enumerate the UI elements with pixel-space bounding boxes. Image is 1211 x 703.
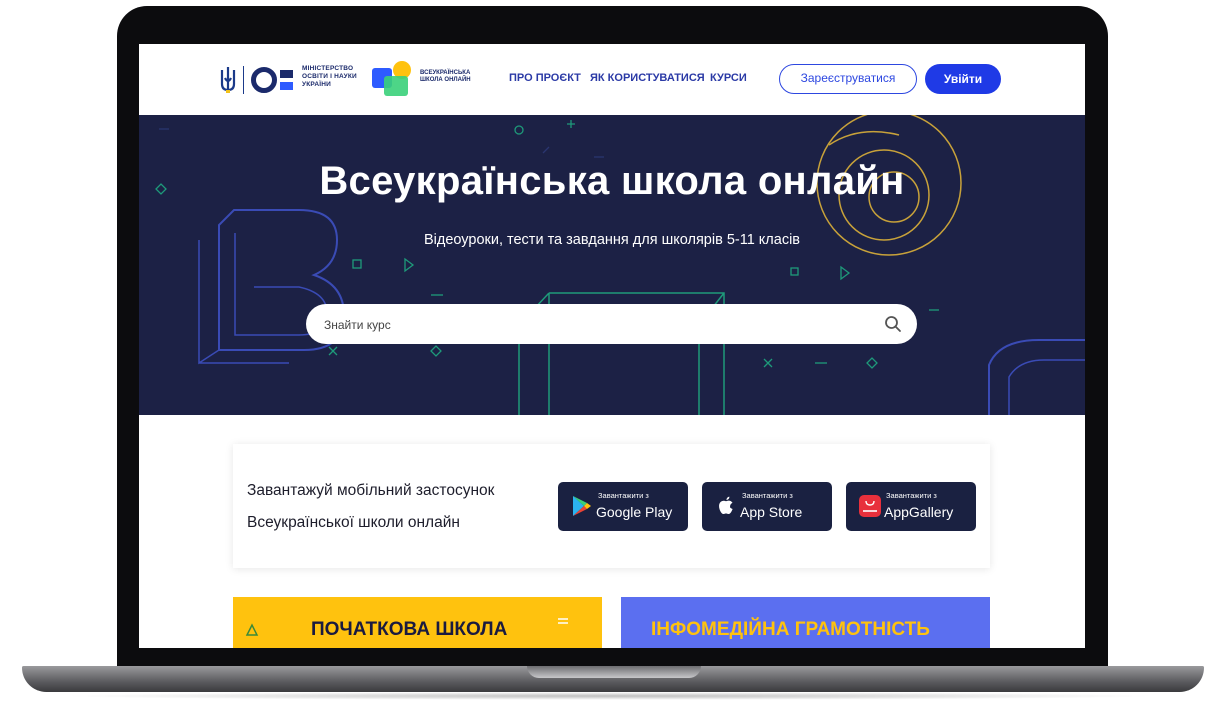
laptop-shadow [60, 692, 1160, 700]
tile-media-literacy-label: ІНФОМЕДІЙНА ГРАМОТНІСТЬ [651, 619, 930, 640]
tile-primary-school-label: ПОЧАТКОВА ШКОЛА [311, 619, 508, 640]
site-header: МІНІСТЕРСТВО ОСВІТИ І НАУКИ УКРАЇНИ ВСЕУ… [139, 44, 1085, 115]
google-play-button[interactable]: Завантажити з Google Play [558, 482, 688, 531]
apple-icon [719, 496, 733, 515]
course-search-input[interactable] [322, 304, 866, 346]
google-play-icon [573, 496, 591, 516]
login-button[interactable]: Увійти [925, 64, 1001, 94]
browser-screen: МІНІСТЕРСТВО ОСВІТИ І НАУКИ УКРАЇНИ ВСЕУ… [139, 44, 1085, 648]
nav-how-to-use[interactable]: ЯК КОРИСТУВАТИСЯ [590, 72, 705, 84]
school-logo-text: ВСЕУКРАЇНСЬКА ШКОЛА ОНЛАЙН [420, 70, 471, 83]
tile-primary-school[interactable]: ПОЧАТКОВА ШКОЛА [233, 597, 602, 648]
course-search-bar [306, 304, 917, 346]
hero-title: Всеукраїнська школа онлайн [319, 159, 905, 203]
appgallery-label: AppGallery [884, 504, 954, 520]
ministry-logo-text: МІНІСТЕРСТВО ОСВІТИ І НАУКИ УКРАЇНИ [302, 65, 357, 88]
app-banner-line-2: Всеукраїнської школи онлайн [247, 514, 460, 531]
register-button[interactable]: Зареєструватися [779, 64, 917, 94]
google-play-small-text: Завантажити з [598, 491, 649, 500]
app-store-label: App Store [740, 504, 803, 520]
huawei-icon [859, 495, 881, 517]
school-logo-icon[interactable] [372, 60, 416, 98]
ministry-logo-icon[interactable] [251, 65, 297, 95]
laptop-notch [527, 666, 701, 678]
app-store-button[interactable]: Завантажити з App Store [702, 482, 832, 531]
appgallery-button[interactable]: Завантажити з AppGallery [846, 482, 976, 531]
tile-media-literacy[interactable]: ІНФОМЕДІЙНА ГРАМОТНІСТЬ [621, 597, 990, 648]
app-banner-line-1: Завантажуй мобільний застосунок [247, 482, 495, 499]
search-icon[interactable] [884, 315, 902, 333]
appgallery-small-text: Завантажити з [886, 491, 937, 500]
trident-icon [220, 67, 236, 93]
nav-about-project[interactable]: ПРО ПРОЄКТ [509, 72, 581, 84]
mobile-app-banner: Завантажуй мобільний застосунок Всеукраї… [233, 444, 990, 568]
nav-courses[interactable]: КУРСИ [710, 72, 747, 84]
hero-section: Всеукраїнська школа онлайн Відеоуроки, т… [139, 115, 1085, 415]
hero-subtitle: Відеоуроки, тести та завдання для школяр… [423, 232, 801, 248]
triangle-icon [245, 623, 259, 636]
logo-divider [243, 66, 244, 94]
app-store-small-text: Завантажити з [742, 491, 793, 500]
google-play-label: Google Play [596, 504, 673, 520]
equals-icon [558, 618, 568, 624]
